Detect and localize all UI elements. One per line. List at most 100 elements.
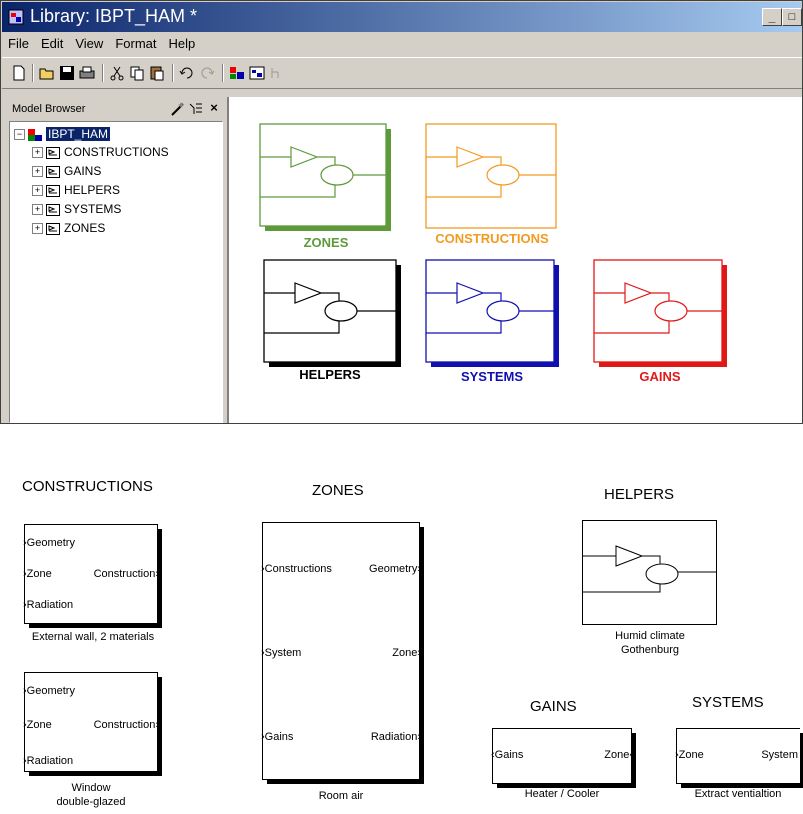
output-port-construction: Construction› xyxy=(93,719,159,731)
new-file-icon[interactable] xyxy=(10,64,28,82)
subsystem-block-icon xyxy=(593,259,727,367)
expand-icon[interactable]: + xyxy=(32,185,43,197)
zones-header: ZONES xyxy=(312,482,364,499)
input-port-geometry: ›Geometry xyxy=(23,537,75,549)
humid-climate-block[interactable] xyxy=(582,520,718,626)
input-port-constructions: ›Constructions xyxy=(261,563,332,575)
window-block[interactable]: ›Geometry ›Zone ›Radiation Construction› xyxy=(23,672,162,776)
library-window: Library: IBPT_HAM * _ □ File Edit View Form… xyxy=(0,0,803,424)
library-icon xyxy=(8,9,24,25)
library-block-label: CONSTRUCTIONS xyxy=(435,231,549,246)
library-block-systems[interactable]: SYSTEMS xyxy=(425,259,561,384)
library-block-label: ZONES xyxy=(303,235,349,250)
minimize-button[interactable]: _ xyxy=(762,8,782,26)
cut-icon[interactable] xyxy=(108,64,126,82)
library-block-label: SYSTEMS xyxy=(460,369,524,384)
input-port-gains: ‹Gains xyxy=(491,749,524,761)
open-folder-icon[interactable] xyxy=(38,64,56,82)
input-port-zone: ›Zone xyxy=(23,719,52,731)
model-browser-label: Model Browser xyxy=(12,103,86,115)
paste-icon[interactable] xyxy=(148,64,166,82)
copy-icon[interactable] xyxy=(128,64,146,82)
library-block-constructions[interactable]: CONSTRUCTIONS xyxy=(425,123,559,246)
input-port-radiation: ›Radiation xyxy=(23,755,74,767)
save-icon[interactable] xyxy=(58,64,76,82)
subsystem-icon xyxy=(46,203,60,216)
filter-icon[interactable] xyxy=(187,100,205,118)
subsystem-icon xyxy=(46,146,60,159)
tree-item-helpers[interactable]: + HELPERS xyxy=(32,182,120,198)
room-air-block[interactable]: ›Constructions ›System ›Gains Geometry› … xyxy=(261,522,424,784)
tree-item-label: GAINS xyxy=(64,164,102,178)
output-port-geometry: Geometry› xyxy=(369,563,421,575)
output-port-zone: Zone› xyxy=(392,647,421,659)
window-title: Library: IBPT_HAM * xyxy=(30,6,198,26)
tree-item-label: ZONES xyxy=(64,221,106,235)
extract-ventilation-block[interactable]: ›Zone System xyxy=(675,728,803,788)
close-browser-button[interactable]: × xyxy=(207,100,221,116)
tree-item-constructions[interactable]: + CONSTRUCTIONS xyxy=(32,144,169,160)
redo-icon[interactable] xyxy=(198,64,216,82)
library-block-helpers[interactable]: HELPERS xyxy=(263,259,403,382)
heater-cooler-caption: Heater / Cooler xyxy=(524,788,600,800)
window-caption-line2: double-glazed xyxy=(56,796,126,808)
helpers-header: HELPERS xyxy=(604,486,675,503)
expand-icon[interactable]: + xyxy=(32,204,43,216)
undo-icon[interactable] xyxy=(178,64,196,82)
output-port-radiation: Radiation› xyxy=(370,731,421,743)
toolbar-separator xyxy=(172,64,174,82)
toolbar xyxy=(2,57,802,89)
model-browser-header: Model Browser × xyxy=(9,97,223,123)
subsystem-block-icon xyxy=(425,123,557,229)
subsystem-icon xyxy=(46,165,60,178)
menu-view[interactable]: View xyxy=(69,33,109,51)
title-bar[interactable]: Library: IBPT_HAM * _ □ xyxy=(2,2,802,32)
library-browser-icon[interactable] xyxy=(228,64,246,82)
subsystem-block-icon xyxy=(259,123,391,231)
print-icon[interactable] xyxy=(78,64,96,82)
menu-bar: File Edit View Format Help xyxy=(2,33,802,55)
tree-root[interactable]: − IBPT_HAM xyxy=(14,126,111,142)
external-wall-caption: External wall, 2 materials xyxy=(31,631,155,643)
model-tree: − IBPT_HAM + CONSTRUCTIONS + GAINS + HELPERS… xyxy=(9,121,223,423)
library-canvas: ZONES CONSTRUCTIONS HELPERS SYSTEMS GAIN… xyxy=(227,97,802,423)
tree-item-label: SYSTEMS xyxy=(64,202,122,216)
external-wall-block[interactable]: ›Geometry ›Zone ›Radiation Construction› xyxy=(23,524,162,628)
menu-help[interactable]: Help xyxy=(162,33,201,51)
expand-icon[interactable]: + xyxy=(32,223,43,235)
model-explorer-icon[interactable] xyxy=(248,64,266,82)
tree-item-systems[interactable]: + SYSTEMS xyxy=(32,201,121,217)
collapse-icon[interactable]: − xyxy=(14,129,25,141)
subsystem-icon xyxy=(46,222,60,235)
tree-item-zones[interactable]: + ZONES xyxy=(32,220,105,236)
input-port-zone: ›Zone xyxy=(675,749,704,761)
gains-header: GAINS xyxy=(530,698,577,715)
library-block-gains[interactable]: GAINS xyxy=(593,259,729,384)
input-port-gains: ›Gains xyxy=(261,731,294,743)
constructions-header: CONSTRUCTIONS xyxy=(22,478,153,495)
menu-edit[interactable]: Edit xyxy=(35,33,69,51)
menu-file[interactable]: File xyxy=(2,33,35,51)
subsystem-block-icon xyxy=(263,259,401,367)
heater-cooler-block[interactable]: ‹Gains Zone‹ xyxy=(491,728,636,788)
expand-icon[interactable]: + xyxy=(32,147,43,159)
input-port-system: ›System xyxy=(261,647,302,659)
maximize-button[interactable]: □ xyxy=(782,8,802,26)
menu-format[interactable]: Format xyxy=(109,33,162,51)
window-caption-line1: Window xyxy=(71,782,111,794)
subsystem-block-icon xyxy=(582,520,717,625)
subsystem-block-icon xyxy=(425,259,559,367)
magic-wand-icon[interactable] xyxy=(169,100,187,118)
room-air-caption: Room air xyxy=(318,790,364,802)
tree-item-gains[interactable]: + GAINS xyxy=(32,163,101,179)
input-port-geometry: ›Geometry xyxy=(23,685,75,697)
input-port-radiation: ›Radiation xyxy=(23,599,74,611)
extract-ventilation-caption: Extract ventialtion xyxy=(694,788,782,800)
expand-icon[interactable]: + xyxy=(32,166,43,178)
tree-root-label: IBPT_HAM xyxy=(46,127,111,141)
library-block-zones[interactable]: ZONES xyxy=(259,123,393,250)
debug-icon[interactable] xyxy=(268,64,286,82)
humid-climate-caption-line1: Humid climate xyxy=(615,630,685,642)
output-port-construction: Construction› xyxy=(93,568,159,580)
systems-header: SYSTEMS xyxy=(692,694,764,711)
